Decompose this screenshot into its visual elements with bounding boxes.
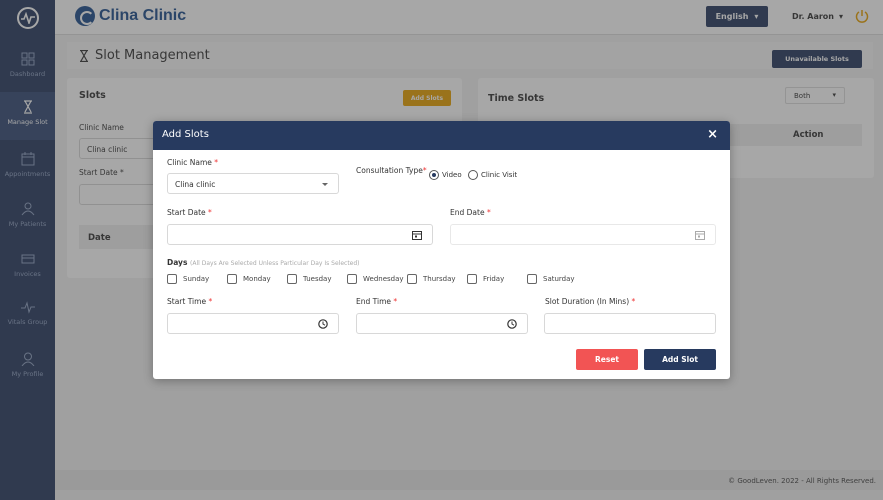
day-label-wednesday: Wednesday (363, 275, 404, 283)
start-time-label: Start Time * (167, 297, 213, 306)
day-label-monday: Monday (243, 275, 271, 283)
days-label: Days (All Days Are Selected Unless Parti… (167, 258, 360, 267)
day-checkbox-friday[interactable] (467, 274, 477, 284)
clinic-name-label: Clinic Name * (167, 158, 219, 167)
day-checkbox-sunday[interactable] (167, 274, 177, 284)
day-checkbox-monday[interactable] (227, 274, 237, 284)
day-label-sunday: Sunday (183, 275, 210, 283)
day-label-tuesday: Tuesday (303, 275, 332, 283)
day-checkbox-saturday[interactable] (527, 274, 537, 284)
slot-duration-label: Slot Duration (In Mins) * (545, 297, 636, 306)
calendar-icon[interactable] (695, 230, 705, 240)
consultation-clinic-visit-label: Clinic Visit (481, 171, 518, 179)
modal-header: Add Slots × (153, 121, 730, 150)
slot-duration-input[interactable] (544, 313, 716, 334)
consultation-video-label: Video (442, 171, 462, 179)
day-label-friday: Friday (483, 275, 505, 283)
clock-icon[interactable] (507, 319, 517, 329)
consultation-video-radio[interactable] (429, 170, 439, 180)
add-slot-button[interactable]: Add Slot (644, 349, 716, 370)
close-icon[interactable]: × (707, 128, 718, 141)
start-date-label: Start Date * (167, 208, 212, 217)
day-checkbox-wednesday[interactable] (347, 274, 357, 284)
start-time-input[interactable] (167, 313, 339, 334)
days-hint: (All Days Are Selected Unless Particular… (190, 260, 360, 267)
day-checkbox-tuesday[interactable] (287, 274, 297, 284)
day-checkbox-thursday[interactable] (407, 274, 417, 284)
chevron-down-icon (322, 183, 328, 186)
clinic-name-select[interactable]: Clina clinic (167, 173, 339, 194)
add-slots-modal: Add Slots × Clinic Name * Clina clinic C… (153, 121, 730, 379)
end-date-input[interactable] (450, 224, 716, 245)
consultation-clinic-visit-radio[interactable] (468, 170, 478, 180)
day-label-saturday: Saturday (543, 275, 575, 283)
consultation-type-label: Consultation Type* (356, 166, 427, 175)
clinic-name-value: Clina clinic (175, 180, 216, 189)
modal-title: Add Slots (162, 129, 209, 140)
end-time-label: End Time * (356, 297, 398, 306)
end-time-input[interactable] (356, 313, 528, 334)
day-label-thursday: Thursday (423, 275, 456, 283)
clock-icon[interactable] (318, 319, 328, 329)
end-date-label: End Date * (450, 208, 491, 217)
reset-button[interactable]: Reset (576, 349, 638, 370)
calendar-icon[interactable] (412, 230, 422, 240)
start-date-input[interactable] (167, 224, 433, 245)
